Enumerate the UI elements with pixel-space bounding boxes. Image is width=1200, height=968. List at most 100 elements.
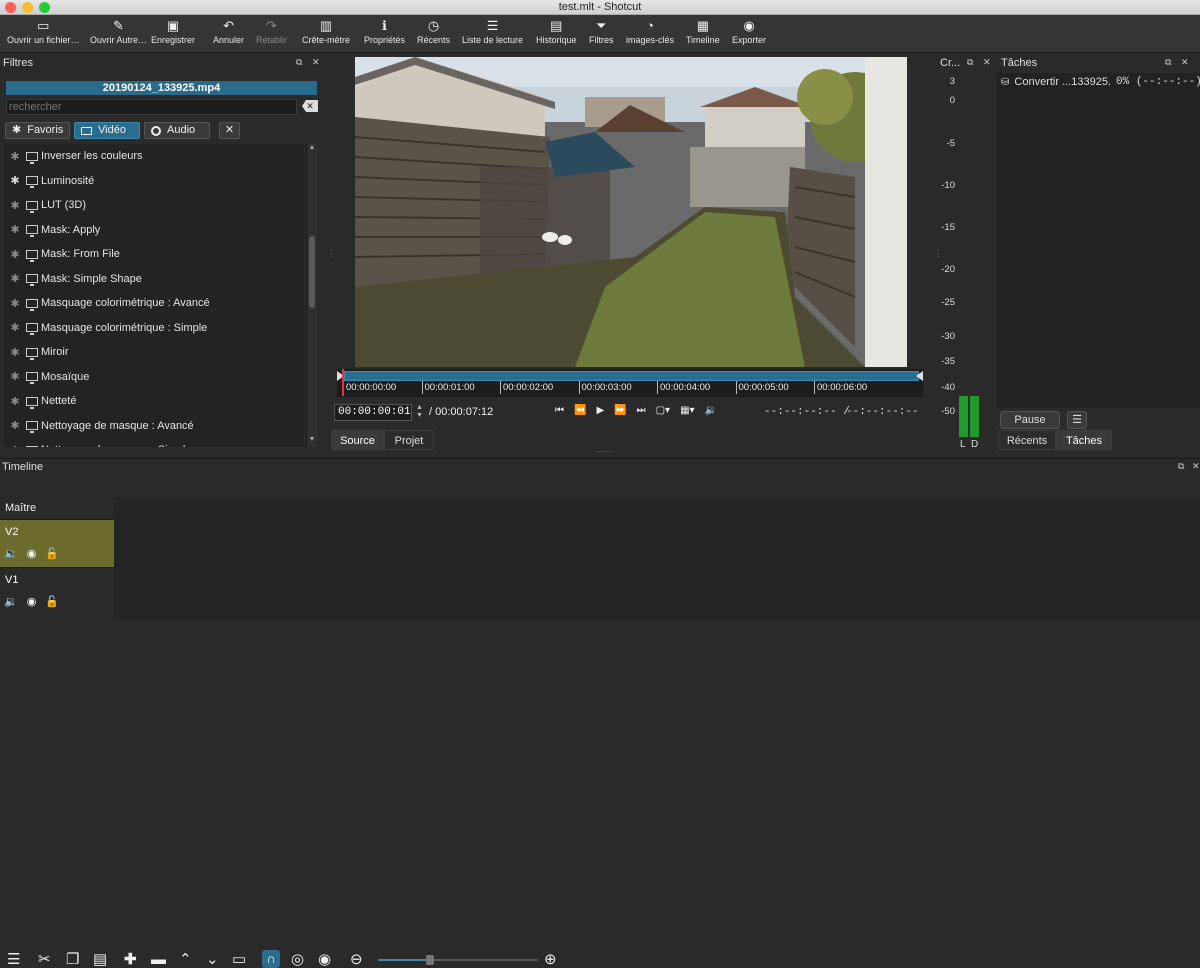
copy-icon[interactable]: ❐ xyxy=(66,952,79,968)
filter-list-item[interactable]: ✱ Mosaïque xyxy=(4,365,304,390)
split-icon[interactable]: ▭ xyxy=(232,952,246,968)
toolbar-button-export[interactable]: ◉ Exporter xyxy=(732,15,766,53)
favorite-star-icon[interactable]: ✱ xyxy=(4,419,26,432)
overwrite-icon[interactable]: ⌄ xyxy=(206,952,219,968)
visibility-eye-icon[interactable]: ◉ xyxy=(27,547,37,560)
filter-list-item[interactable]: ✱ Nettoyage de masque : Simple xyxy=(4,438,304,447)
zoom-slider[interactable] xyxy=(378,955,538,965)
scrollbar-thumb[interactable] xyxy=(309,236,315,308)
track-header-v2[interactable]: V2 🔉 ◉ 🔓 xyxy=(0,520,114,568)
toolbar-button-peak-meter[interactable]: ▥ Crête-mètre xyxy=(302,15,350,53)
scrub-eye-icon[interactable]: ◎ xyxy=(291,952,304,968)
toolbar-button-filter[interactable]: ⏷ Filtres xyxy=(589,15,614,53)
float-panel-icon[interactable]: ⧉ xyxy=(1178,461,1184,472)
timecode-field[interactable]: 00:00:00:01 xyxy=(334,404,412,421)
mute-icon[interactable]: 🔉 xyxy=(4,595,18,608)
remove-icon[interactable]: ▬ xyxy=(151,952,166,968)
filter-list-item[interactable]: ✱ Masquage colorimétrique : Avancé xyxy=(4,291,304,316)
volume-icon[interactable]: 🔉 xyxy=(705,405,717,416)
zoom-in-icon[interactable]: ⊕ xyxy=(544,952,557,968)
audio-filter-button[interactable]: Audio xyxy=(144,122,210,139)
toolbar-button-playlist[interactable]: ☰ Liste de lecture xyxy=(462,15,523,53)
favorite-star-icon[interactable]: ✱ xyxy=(4,199,26,212)
favorite-star-icon[interactable]: ✱ xyxy=(4,174,26,187)
toolbar-button-open-other[interactable]: ✎ Ouvrir Autre… xyxy=(90,15,147,53)
out-marker-icon[interactable] xyxy=(916,371,923,381)
play-icon[interactable]: ▶ xyxy=(596,405,604,416)
filter-list-item[interactable]: ✱ LUT (3D) xyxy=(4,193,304,218)
close-window-button[interactable] xyxy=(5,2,16,13)
playhead[interactable] xyxy=(342,369,344,396)
filter-list-item[interactable]: ✱ Mask: Apply xyxy=(4,218,304,243)
zoom-window-button[interactable] xyxy=(39,2,50,13)
tab-jobs[interactable]: Tâches xyxy=(1056,430,1112,450)
close-panel-icon[interactable]: ✕ xyxy=(1192,461,1200,472)
splitter-handle[interactable]: ⋮ xyxy=(934,248,943,259)
favorite-star-icon[interactable]: ✱ xyxy=(4,223,26,236)
filter-list-item[interactable]: ✱ Inverser les couleurs xyxy=(4,144,304,169)
zoom-viewer-icon[interactable]: ▢▾ xyxy=(656,405,670,416)
tab-recent[interactable]: Récents xyxy=(998,430,1056,450)
timecode-spinner[interactable]: ▲ ▼ xyxy=(415,404,424,421)
skip-previous-icon[interactable]: ⏮ xyxy=(555,405,564,416)
snap-magnet-icon[interactable]: ∩ xyxy=(262,950,280,968)
cut-icon[interactable]: ✂ xyxy=(38,952,51,968)
toolbar-button-info[interactable]: ℹ Propriétés xyxy=(364,15,405,53)
paste-icon[interactable]: ▤ xyxy=(93,952,107,968)
zoom-out-icon[interactable]: ⊖ xyxy=(350,952,363,968)
toolbar-button-keyframes[interactable]: ◔ images-clés xyxy=(626,15,674,53)
filter-list-item[interactable]: ✱ Mask: From File xyxy=(4,242,304,267)
favorite-star-icon[interactable]: ✱ xyxy=(4,370,26,383)
tab-project[interactable]: Projet xyxy=(384,430,434,450)
track-header-v1[interactable]: V1 🔉 ◉ 🔓 xyxy=(0,568,114,619)
scroll-up-icon[interactable]: ▲ xyxy=(307,144,317,155)
toolbar-button-open-file[interactable]: ▭ Ouvrir un fichier… xyxy=(7,15,80,53)
favorite-star-icon[interactable]: ✱ xyxy=(4,321,26,334)
lock-icon[interactable]: 🔓 xyxy=(45,547,59,560)
job-row[interactable]: ⛁ Convertir ...133925. 0% (--:--:--) xyxy=(997,73,1200,91)
float-panel-icon[interactable]: ⧉ xyxy=(296,57,302,68)
ripple-icon[interactable]: ◉ xyxy=(318,952,331,968)
video-filter-button[interactable]: Vidéo xyxy=(74,122,140,139)
toolbar-button-undo[interactable]: ↶ Annuler xyxy=(213,15,244,53)
splitter-handle[interactable]: ⋮ xyxy=(327,248,336,259)
filter-list-item[interactable]: ✱ Masquage colorimétrique : Simple xyxy=(4,316,304,341)
timeline-ruler[interactable]: 00:00:00:00 00:00:01:00 00:00:02:00 00:00:0… xyxy=(337,369,923,397)
close-filter-view-button[interactable]: ✕ xyxy=(219,122,240,139)
float-panel-icon[interactable]: ⧉ xyxy=(1165,57,1171,68)
filter-list-item[interactable]: ✱ Netteté xyxy=(4,389,304,414)
filter-list-item[interactable]: ✱ Nettoyage de masque : Avancé xyxy=(4,414,304,439)
rewind-icon[interactable]: ⏪ xyxy=(574,405,586,416)
timeline-menu-icon[interactable]: ☰ xyxy=(7,952,20,968)
skip-next-icon[interactable]: ⏭ xyxy=(637,405,646,416)
favorite-star-icon[interactable]: ✱ xyxy=(4,150,26,163)
favorite-star-icon[interactable]: ✱ xyxy=(4,395,26,408)
float-panel-icon[interactable]: ⧉ xyxy=(967,57,973,68)
vertical-splitter-handle[interactable]: ⋯⋯ xyxy=(595,447,611,456)
minimize-window-button[interactable] xyxy=(22,2,33,13)
filter-list-scrollbar[interactable]: ▲ ▼ xyxy=(306,144,317,447)
favorite-star-icon[interactable]: ✱ xyxy=(4,297,26,310)
visibility-eye-icon[interactable]: ◉ xyxy=(27,595,37,608)
toolbar-button-save[interactable]: ▣ Enregistrer xyxy=(151,15,195,53)
video-viewer[interactable] xyxy=(355,57,907,367)
lock-icon[interactable]: 🔓 xyxy=(45,595,59,608)
favorite-star-icon[interactable]: ✱ xyxy=(4,444,26,447)
mute-icon[interactable]: 🔉 xyxy=(4,547,18,560)
filter-search-input[interactable] xyxy=(6,99,297,115)
grid-icon[interactable]: ▦▾ xyxy=(680,405,694,416)
close-panel-icon[interactable]: ✕ xyxy=(983,57,991,68)
favorite-star-icon[interactable]: ✱ xyxy=(4,272,26,285)
tab-source[interactable]: Source xyxy=(331,430,384,450)
toolbar-button-timeline[interactable]: ▦ Timeline xyxy=(686,15,720,53)
toolbar-button-clock[interactable]: ◷ Récents xyxy=(417,15,450,53)
filter-list-item[interactable]: ✱ Mask: Simple Shape xyxy=(4,267,304,292)
favorite-star-icon[interactable]: ✱ xyxy=(4,346,26,359)
lift-icon[interactable]: ⌃ xyxy=(179,952,192,968)
fast-forward-icon[interactable]: ⏩ xyxy=(614,405,626,416)
close-panel-icon[interactable]: ✕ xyxy=(1181,57,1189,68)
jobs-menu-button[interactable]: ☰ xyxy=(1067,411,1087,429)
playhead-range-bar[interactable] xyxy=(344,371,919,381)
favorites-filter-button[interactable]: ✱ Favoris xyxy=(5,122,70,139)
favorite-star-icon[interactable]: ✱ xyxy=(4,248,26,261)
